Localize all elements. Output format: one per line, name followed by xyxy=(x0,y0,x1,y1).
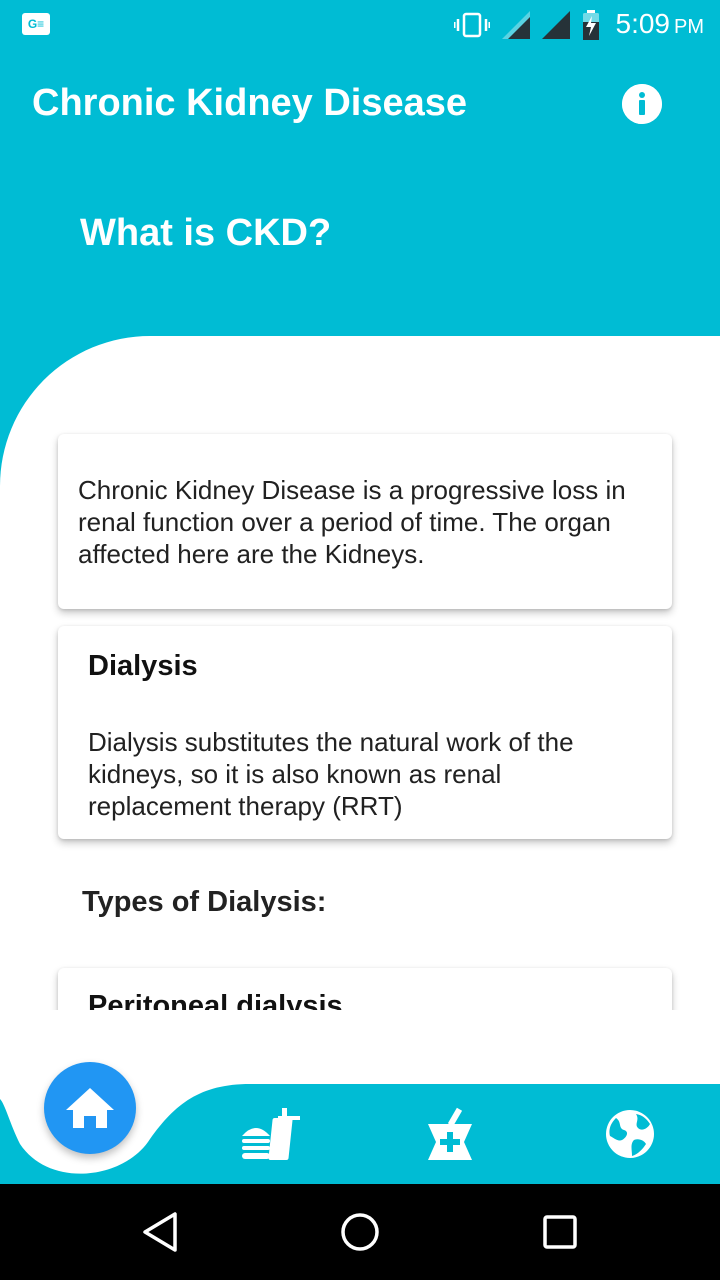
dialysis-card-title: Dialysis xyxy=(88,650,198,682)
globe-icon xyxy=(606,1110,654,1158)
peritoneal-card[interactable]: Peritoneal dialysis xyxy=(58,968,672,1010)
status-icons xyxy=(454,10,600,40)
intro-card-text: Chronic Kidney Disease is a progressive … xyxy=(78,475,626,569)
back-button[interactable] xyxy=(136,1208,184,1256)
clock-ampm: PM xyxy=(674,16,704,38)
intro-card: Chronic Kidney Disease is a progressive … xyxy=(58,434,672,609)
recents-icon xyxy=(543,1215,577,1249)
signal-icon xyxy=(502,11,530,39)
peritoneal-card-title: Peritoneal dialysis xyxy=(88,990,343,1010)
food-icon xyxy=(242,1108,300,1160)
clock-time: 5:09 xyxy=(615,8,671,39)
notification-icon: G≡ xyxy=(22,13,50,35)
system-nav-bar xyxy=(0,1184,720,1280)
signal-icon xyxy=(542,11,570,39)
status-time: 5:09 PM xyxy=(616,8,705,40)
info-glyph xyxy=(622,84,662,124)
home-circle-icon xyxy=(341,1213,379,1251)
hero-title: What is CKD? xyxy=(80,212,332,254)
app-bar: Chronic Kidney Disease xyxy=(0,50,720,160)
dialysis-card-text: Dialysis substitutes the natural work of… xyxy=(88,727,574,821)
recents-button[interactable] xyxy=(536,1208,584,1256)
medicine-nav-button[interactable] xyxy=(420,1104,480,1164)
status-bar: G≡ 5:09 PM xyxy=(0,0,720,50)
app-title: Chronic Kidney Disease xyxy=(32,82,468,124)
medicine-icon xyxy=(428,1107,472,1160)
back-icon xyxy=(143,1212,177,1252)
types-section-title: Types of Dialysis: xyxy=(82,886,327,918)
info-icon[interactable] xyxy=(622,84,662,124)
food-nav-button[interactable] xyxy=(240,1104,300,1164)
dialysis-card: Dialysis Dialysis substitutes the natura… xyxy=(58,626,672,839)
content-scroll[interactable]: Chronic Kidney Disease is a progressive … xyxy=(0,336,720,1010)
globe-nav-button[interactable] xyxy=(600,1104,660,1164)
vibrate-icon xyxy=(454,12,490,38)
system-home-button[interactable] xyxy=(336,1208,384,1256)
battery-charging-icon xyxy=(583,10,599,40)
home-icon xyxy=(66,1088,114,1128)
home-nav-button[interactable] xyxy=(44,1062,136,1154)
